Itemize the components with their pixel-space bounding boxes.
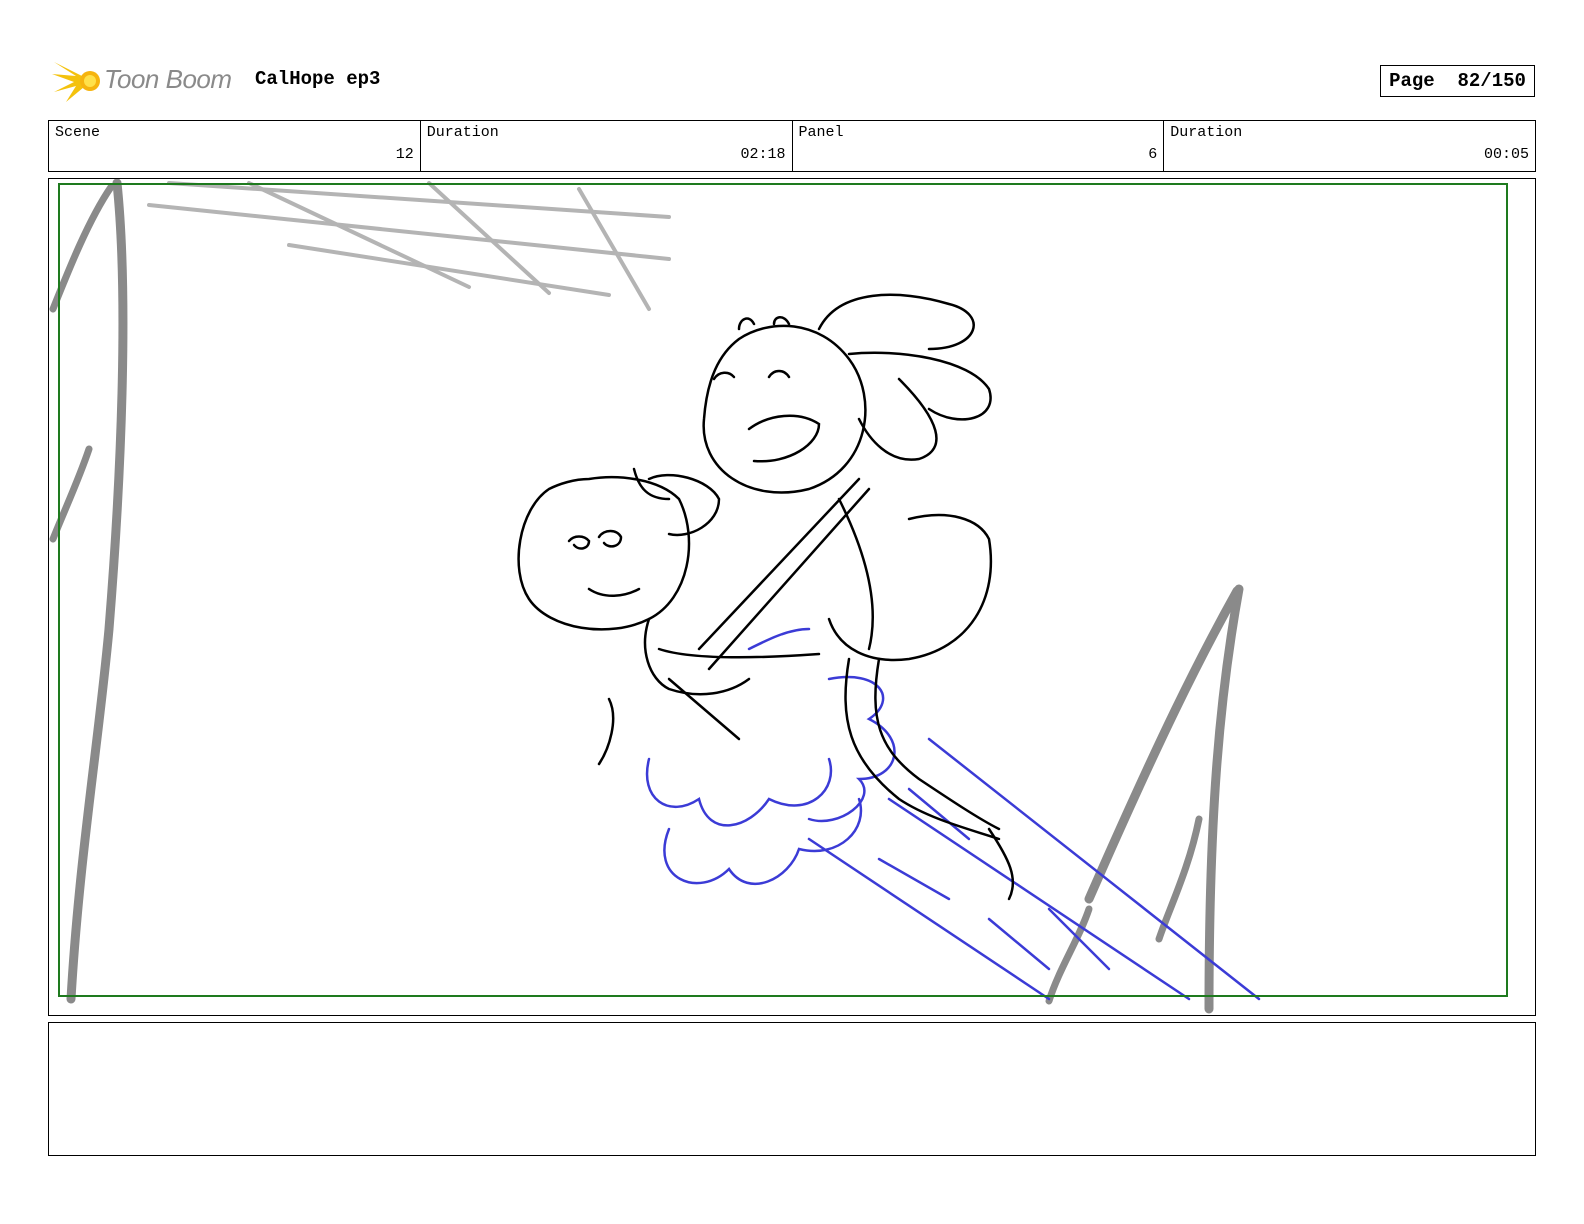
- panel-cell: Panel 6: [793, 121, 1165, 171]
- panel-drawing: [49, 179, 1508, 1014]
- toon-boom-logo: Toon Boom: [52, 56, 242, 106]
- panel-label: Panel: [798, 124, 844, 141]
- scene-cell: Scene 12: [49, 121, 421, 171]
- safe-frame: [58, 183, 1508, 997]
- notes-box: [48, 1022, 1536, 1156]
- project-title: CalHope ep3: [255, 68, 381, 90]
- storyboard-panel: [48, 178, 1536, 1016]
- panel-duration-label: Duration: [1170, 124, 1243, 141]
- background-sketch: [49, 179, 1244, 1014]
- scene-duration-label: Duration: [426, 124, 499, 141]
- scene-value: 12: [395, 146, 414, 163]
- page-indicator: Page 82/150: [1380, 65, 1535, 97]
- panel-info-row: Scene 12 Duration 02:18 Panel 6 Duration…: [48, 120, 1536, 172]
- panel-value: 6: [1148, 146, 1158, 163]
- scene-duration-value: 02:18: [740, 146, 786, 163]
- panel-duration-cell: Duration 00:05: [1164, 121, 1535, 171]
- scene-duration-cell: Duration 02:18: [421, 121, 793, 171]
- page-number: 82/150: [1457, 70, 1526, 92]
- starburst-icon: [52, 62, 100, 102]
- scene-label: Scene: [55, 124, 101, 141]
- logo-text: Toon Boom: [104, 64, 232, 94]
- page-label: Page: [1389, 70, 1435, 92]
- panel-duration-value: 00:05: [1483, 146, 1529, 163]
- characters-ink: [517, 293, 1015, 901]
